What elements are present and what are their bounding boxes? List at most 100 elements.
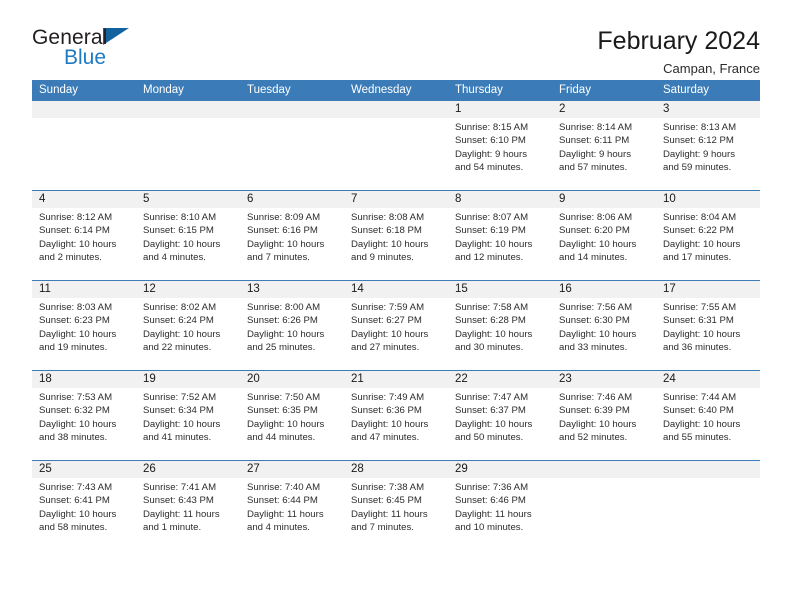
sunrise-text: Sunrise: 7:41 AM: [143, 482, 217, 493]
daylight-text: Daylight: 10 hours: [247, 418, 325, 430]
daylight-text: and 4 minutes.: [247, 522, 310, 534]
title-block: February 2024 Campan, France: [597, 26, 760, 79]
sunrise-text: Sunrise: 8:06 AM: [559, 212, 633, 223]
sunrise-text: Sunrise: 8:14 AM: [559, 122, 633, 133]
day-details: Sunrise: 7:38 AM Sunset: 6:45 PM Daylight:…: [344, 478, 448, 535]
sunrise-text: Sunrise: 8:08 AM: [351, 212, 425, 223]
daylight-text: Daylight: 10 hours: [143, 418, 221, 430]
calendar-day-cell[interactable]: 29 Sunrise: 7:36 AM Sunset: 6:46 PM Dayligh…: [448, 461, 552, 550]
sunset-text: Sunset: 6:28 PM: [455, 315, 526, 327]
calendar-day-cell[interactable]: 1 Sunrise: 8:15 AM Sunset: 6:10 PM Daylight…: [448, 101, 552, 190]
day-details: Sunrise: 7:50 AM Sunset: 6:35 PM Daylight:…: [240, 388, 344, 445]
day-details: Sunrise: 7:52 AM Sunset: 6:34 PM Daylight:…: [136, 388, 240, 445]
calendar-day-cell[interactable]: 25 Sunrise: 7:43 AM Sunset: 6:41 PM Dayligh…: [32, 461, 136, 550]
calendar-day-cell[interactable]: 14 Sunrise: 7:59 AM Sunset: 6:27 PM Dayligh…: [344, 281, 448, 370]
day-of-week-friday: Friday: [559, 84, 591, 96]
day-number: 11: [32, 281, 136, 298]
sunrise-text: Sunrise: 8:02 AM: [143, 302, 217, 313]
sunset-text: Sunset: 6:16 PM: [247, 225, 318, 237]
calendar-day-cell[interactable]: 24 Sunrise: 7:44 AM Sunset: 6:40 PM Dayligh…: [656, 371, 760, 460]
sunset-text: Sunset: 6:46 PM: [455, 495, 526, 507]
calendar-day-cell[interactable]: 6 Sunrise: 8:09 AM Sunset: 6:16 PM Daylight…: [240, 191, 344, 280]
calendar-day-cell[interactable]: 28 Sunrise: 7:38 AM Sunset: 6:45 PM Dayligh…: [344, 461, 448, 550]
day-number: 19: [136, 371, 240, 388]
daylight-text: Daylight: 11 hours: [247, 508, 324, 520]
day-number: [344, 101, 448, 118]
day-details: Sunrise: 7:41 AM Sunset: 6:43 PM Daylight:…: [136, 478, 240, 535]
sunset-text: Sunset: 6:22 PM: [663, 225, 734, 237]
daylight-text: and 47 minutes.: [351, 432, 420, 444]
calendar-grid: Sunday Monday Tuesday Wednesday Thursday Frid…: [32, 80, 760, 550]
day-number: 21: [344, 371, 448, 388]
sunrise-text: Sunrise: 8:13 AM: [663, 122, 737, 133]
day-details: Sunrise: 7:55 AM Sunset: 6:31 PM Daylight:…: [656, 298, 760, 355]
sunrise-text: Sunrise: 8:10 AM: [143, 212, 217, 223]
day-details: Sunrise: 8:09 AM Sunset: 6:16 PM Daylight:…: [240, 208, 344, 265]
calendar-day-cell[interactable]: 16 Sunrise: 7:56 AM Sunset: 6:30 PM Dayligh…: [552, 281, 656, 370]
day-details: Sunrise: 8:04 AM Sunset: 6:22 PM Daylight:…: [656, 208, 760, 265]
day-details: [552, 478, 656, 481]
calendar-weeks: 1 Sunrise: 8:15 AM Sunset: 6:10 PM Daylight…: [32, 101, 760, 550]
calendar-day-cell[interactable]: 5 Sunrise: 8:10 AM Sunset: 6:15 PM Daylight…: [136, 191, 240, 280]
sunset-text: Sunset: 6:11 PM: [559, 135, 630, 147]
day-number: 16: [552, 281, 656, 298]
calendar-day-cell[interactable]: 9 Sunrise: 8:06 AM Sunset: 6:20 PM Daylight…: [552, 191, 656, 280]
sunrise-text: Sunrise: 7:50 AM: [247, 392, 321, 403]
calendar-day-cell-empty: [32, 101, 136, 190]
calendar-day-cell[interactable]: 2 Sunrise: 8:14 AM Sunset: 6:11 PM Daylight…: [552, 101, 656, 190]
day-number: 4: [32, 191, 136, 208]
day-number: 22: [448, 371, 552, 388]
day-number: 3: [656, 101, 760, 118]
daylight-text: and 33 minutes.: [559, 342, 628, 354]
day-details: Sunrise: 7:53 AM Sunset: 6:32 PM Daylight:…: [32, 388, 136, 445]
daylight-text: Daylight: 10 hours: [39, 328, 117, 340]
sunset-text: Sunset: 6:31 PM: [663, 315, 734, 327]
calendar-day-cell[interactable]: 7 Sunrise: 8:08 AM Sunset: 6:18 PM Daylight…: [344, 191, 448, 280]
calendar-day-cell[interactable]: 15 Sunrise: 7:58 AM Sunset: 6:28 PM Dayligh…: [448, 281, 552, 370]
sunset-text: Sunset: 6:44 PM: [247, 495, 318, 507]
calendar-day-cell[interactable]: 17 Sunrise: 7:55 AM Sunset: 6:31 PM Dayligh…: [656, 281, 760, 370]
daylight-text: and 12 minutes.: [455, 252, 524, 264]
calendar-day-cell-empty: [240, 101, 344, 190]
calendar-day-cell[interactable]: 8 Sunrise: 8:07 AM Sunset: 6:19 PM Daylight…: [448, 191, 552, 280]
day-number: 1: [448, 101, 552, 118]
calendar-day-cell[interactable]: 13 Sunrise: 8:00 AM Sunset: 6:26 PM Dayligh…: [240, 281, 344, 370]
calendar-day-cell[interactable]: 4 Sunrise: 8:12 AM Sunset: 6:14 PM Daylight…: [32, 191, 136, 280]
day-details: Sunrise: 7:36 AM Sunset: 6:46 PM Daylight:…: [448, 478, 552, 535]
daylight-text: and 27 minutes.: [351, 342, 420, 354]
calendar-day-cell[interactable]: 11 Sunrise: 8:03 AM Sunset: 6:23 PM Dayligh…: [32, 281, 136, 370]
calendar-day-cell[interactable]: 18 Sunrise: 7:53 AM Sunset: 6:32 PM Dayligh…: [32, 371, 136, 460]
sunset-text: Sunset: 6:41 PM: [39, 495, 110, 507]
day-details: Sunrise: 8:10 AM Sunset: 6:15 PM Daylight:…: [136, 208, 240, 265]
calendar-day-cell[interactable]: 12 Sunrise: 8:02 AM Sunset: 6:24 PM Dayligh…: [136, 281, 240, 370]
calendar-day-cell[interactable]: 19 Sunrise: 7:52 AM Sunset: 6:34 PM Dayligh…: [136, 371, 240, 460]
calendar-day-cell[interactable]: 23 Sunrise: 7:46 AM Sunset: 6:39 PM Dayligh…: [552, 371, 656, 460]
sunrise-text: Sunrise: 7:56 AM: [559, 302, 633, 313]
calendar-day-cell[interactable]: 10 Sunrise: 8:04 AM Sunset: 6:22 PM Dayligh…: [656, 191, 760, 280]
day-number: 23: [552, 371, 656, 388]
sunrise-text: Sunrise: 7:52 AM: [143, 392, 217, 403]
calendar-day-cell-empty: [344, 101, 448, 190]
day-number: [552, 461, 656, 478]
sunrise-text: Sunrise: 7:46 AM: [559, 392, 633, 403]
calendar-week-row: 4 Sunrise: 8:12 AM Sunset: 6:14 PM Daylight…: [32, 190, 760, 280]
day-number: 20: [240, 371, 344, 388]
general-blue-logo[interactable]: General Blue: [32, 26, 232, 74]
sunrise-text: Sunrise: 7:44 AM: [663, 392, 737, 403]
calendar-day-cell[interactable]: 21 Sunrise: 7:49 AM Sunset: 6:36 PM Dayligh…: [344, 371, 448, 460]
calendar-day-cell[interactable]: 27 Sunrise: 7:40 AM Sunset: 6:44 PM Dayligh…: [240, 461, 344, 550]
sunset-text: Sunset: 6:45 PM: [351, 495, 422, 507]
calendar-day-cell[interactable]: 3 Sunrise: 8:13 AM Sunset: 6:12 PM Daylight…: [656, 101, 760, 190]
sunrise-text: Sunrise: 7:38 AM: [351, 482, 425, 493]
day-of-week-tuesday: Tuesday: [247, 84, 291, 96]
calendar-day-cell[interactable]: 22 Sunrise: 7:47 AM Sunset: 6:37 PM Dayligh…: [448, 371, 552, 460]
calendar-day-cell-empty: [552, 461, 656, 550]
calendar-day-cell[interactable]: 26 Sunrise: 7:41 AM Sunset: 6:43 PM Dayligh…: [136, 461, 240, 550]
daylight-text: and 36 minutes.: [663, 342, 732, 354]
day-number: 26: [136, 461, 240, 478]
calendar-day-cell[interactable]: 20 Sunrise: 7:50 AM Sunset: 6:35 PM Dayligh…: [240, 371, 344, 460]
daylight-text: and 38 minutes.: [39, 432, 108, 444]
day-number: 6: [240, 191, 344, 208]
day-of-week-header: Sunday Monday Tuesday Wednesday Thursday Frid…: [32, 80, 760, 101]
calendar-week-row: 1 Sunrise: 8:15 AM Sunset: 6:10 PM Daylight…: [32, 101, 760, 190]
